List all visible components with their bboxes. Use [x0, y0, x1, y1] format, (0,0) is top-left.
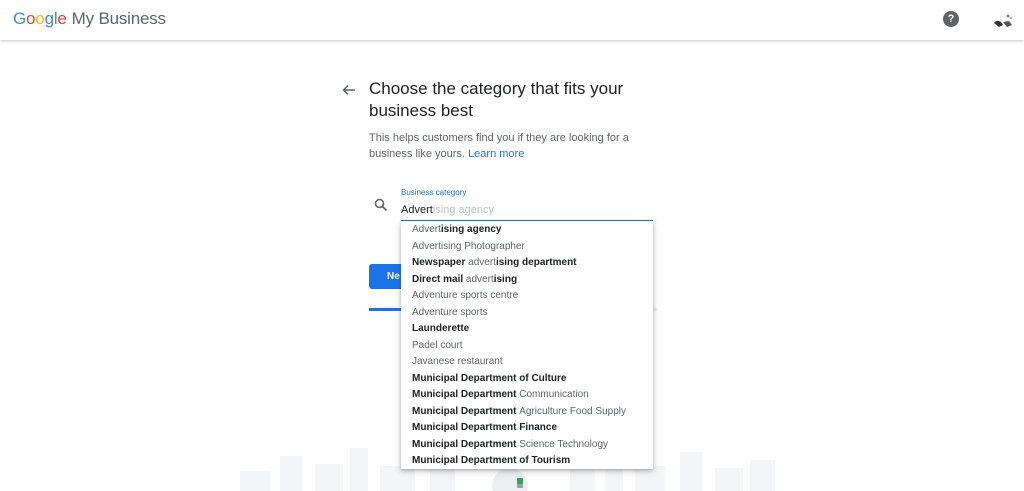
logo-letter: G	[13, 9, 27, 28]
suggestion-text: Adventure sports	[412, 306, 488, 318]
logo-letter: o	[26, 9, 36, 28]
logo-letter: e	[57, 9, 67, 28]
suggestion-item[interactable]: Municipal Department Agriculture Food Su…	[401, 404, 653, 421]
suggestion-item[interactable]: Javanese restaurant	[401, 354, 653, 371]
business-category-label: Business category	[401, 188, 467, 197]
suggestion-text: advert	[468, 257, 496, 268]
suggestion-item[interactable]: Municipal Department of Tourism	[401, 453, 653, 470]
suggestion-item[interactable]: Adventure sports centre	[401, 288, 653, 305]
suggestion-text: Padel court	[412, 339, 463, 351]
suggestion-text: Municipal Department	[412, 438, 520, 450]
suggestion-item[interactable]: Launderette	[401, 321, 653, 338]
suggestion-text: Municipal Department Finance	[412, 422, 558, 433]
suggestion-text: Municipal Department	[412, 405, 520, 417]
business-category-input[interactable]: Advertising agency	[401, 204, 653, 222]
suggestion-item[interactable]: Municipal Department Science Technology	[401, 437, 653, 454]
progress-fill	[369, 308, 401, 311]
suggestion-text: Adventure sports centre	[412, 290, 519, 301]
suggestion-item[interactable]: Adventure sports	[401, 305, 653, 322]
suggestion-text: Agriculture Food Supply	[519, 405, 626, 417]
suggestion-text: ising	[493, 273, 518, 285]
input-autocomplete-hint: ising agency	[432, 204, 494, 216]
suggestion-text: Launderette	[412, 323, 470, 334]
suggestion-item[interactable]: Direct mail advertising	[401, 272, 653, 289]
suggestion-text: Advert	[412, 240, 441, 252]
suggestion-item[interactable]: Advertising Photographer	[401, 239, 653, 256]
suggestion-text: advert	[465, 273, 494, 285]
suggestion-text: ising Photographer	[440, 240, 525, 252]
input-typed-text: Advert	[401, 204, 433, 216]
suggestion-text: Municipal Department of Culture	[412, 372, 567, 384]
product-name: My Business	[71, 9, 166, 28]
suggestion-text: Municipal Department of Tourism	[412, 455, 571, 466]
avatar[interactable]	[991, 9, 1015, 33]
category-suggestions-list: Advertising agency Advertising Photograph…	[401, 221, 653, 469]
logo-letter: g	[44, 9, 54, 28]
logo-letter: o	[35, 9, 45, 28]
suggestion-text: ising agency	[440, 224, 502, 235]
avatar-image	[994, 14, 1012, 27]
page-subtitle: This helps customers find you if they ar…	[369, 130, 659, 162]
suggestion-item[interactable]: Advertising agency	[401, 222, 653, 239]
suggestion-item[interactable]: Newspaper advertising department	[401, 255, 653, 272]
help-icon[interactable]: ?	[943, 11, 959, 27]
page-title: Choose the category that fits your busin…	[369, 79, 624, 120]
suggestion-item[interactable]: Municipal Department of Culture	[401, 371, 653, 388]
suggestion-text: Advert	[412, 224, 441, 235]
suggestion-item[interactable]: Padel court	[401, 338, 653, 355]
google-my-business-logo[interactable]: Google My Business	[13, 9, 166, 29]
suggestion-text: Communication	[519, 389, 589, 400]
suggestion-text: Direct mail	[412, 273, 466, 285]
learn-more-link[interactable]: Learn more	[468, 148, 524, 160]
search-icon	[374, 198, 388, 212]
suggestion-item[interactable]: Municipal Department Communication	[401, 387, 653, 404]
suggestion-text: Newspaper	[412, 257, 469, 268]
back-arrow-icon[interactable]	[339, 80, 359, 100]
top-app-bar: Google My Business ?	[0, 0, 1024, 40]
suggestion-item[interactable]: Municipal Department Finance	[401, 420, 653, 437]
suggestion-text: Javanese restaurant	[412, 356, 503, 367]
suggestion-text: Municipal Department	[412, 389, 520, 400]
suggestion-text: Science Technology	[519, 438, 609, 450]
suggestion-text: ising department	[495, 257, 577, 268]
